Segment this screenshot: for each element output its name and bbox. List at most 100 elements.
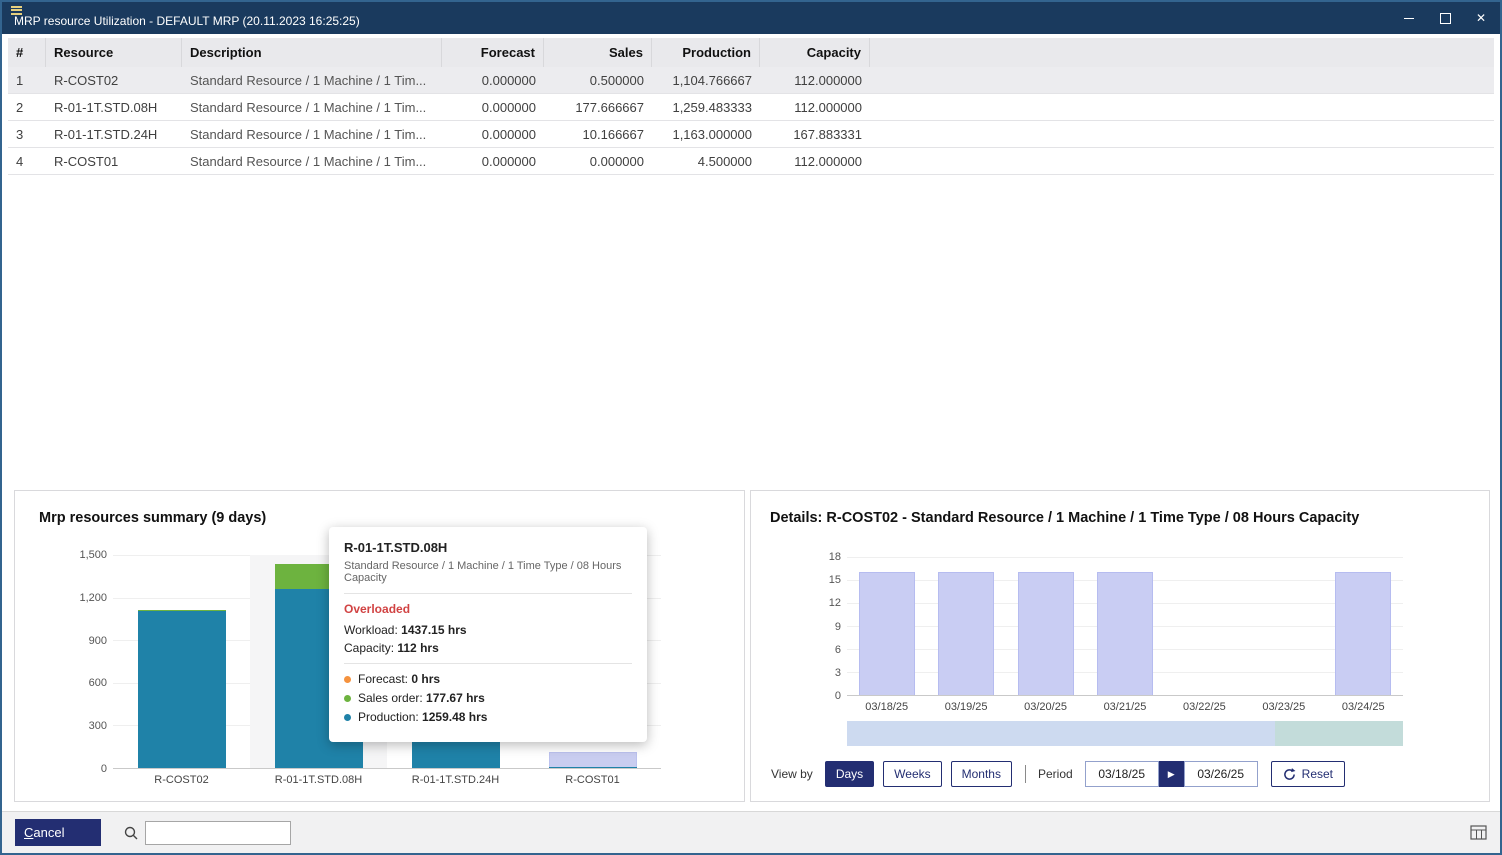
legend-dot — [344, 676, 351, 683]
search-input[interactable] — [145, 821, 291, 845]
table-cell: 0.000000 — [442, 148, 544, 174]
x-axis-label: R-COST01 — [524, 774, 661, 786]
view-months-button[interactable]: Months — [951, 761, 1012, 787]
bar-group[interactable] — [113, 555, 250, 768]
x-axis-label: R-COST02 — [113, 774, 250, 786]
bar-group[interactable] — [1165, 557, 1244, 695]
tooltip-capacity: Capacity: 112 hrs — [344, 641, 632, 655]
legend-dot — [344, 714, 351, 721]
legend-label: Forecast: — [358, 672, 411, 686]
capacity-label: Capacity: — [344, 641, 394, 655]
period-end-input[interactable]: 03/26/25 — [1184, 761, 1258, 787]
legend-dot — [344, 695, 351, 702]
summary-y-axis: 1,5001,2009006003000 — [55, 555, 107, 769]
table-cell: 0.000000 — [442, 67, 544, 93]
bar-group[interactable] — [1006, 557, 1085, 695]
period-start-input[interactable]: 03/18/25 — [1085, 761, 1159, 787]
table-cell: R-COST01 — [46, 148, 182, 174]
legend-item: Forecast: 0 hrs — [344, 672, 632, 686]
table-cell: 0.000000 — [442, 94, 544, 120]
cancel-label-initial: C — [24, 825, 33, 840]
reset-label: Reset — [1302, 767, 1333, 781]
table-cell: 1,259.483333 — [652, 94, 760, 120]
legend-item: Production: 1259.48 hrs — [344, 710, 632, 724]
chart-range-navigator[interactable] — [847, 721, 1403, 746]
table-cell: 3 — [8, 121, 46, 147]
advance-period-icon[interactable] — [1159, 761, 1184, 787]
details-chart[interactable] — [847, 557, 1403, 696]
table-cell: R-01-1T.STD.24H — [46, 121, 182, 147]
table-cell: Standard Resource / 1 Machine / 1 Tim... — [182, 94, 442, 120]
mrp-utilization-window: MRP resource Utilization - DEFAULT MRP (… — [0, 0, 1502, 855]
bar-group[interactable] — [1244, 557, 1323, 695]
column-header[interactable]: Resource — [46, 38, 182, 67]
table-cell: 10.166667 — [544, 121, 652, 147]
charts-section: Mrp resources summary (9 days) 1,5001,20… — [14, 490, 1490, 802]
bar-group[interactable] — [1085, 557, 1164, 695]
x-axis-label: 03/24/25 — [1324, 701, 1403, 713]
capacity-bar — [549, 752, 637, 768]
divider — [344, 663, 632, 664]
capacity-bar — [1335, 572, 1391, 695]
x-axis-label: 03/23/25 — [1244, 701, 1323, 713]
column-header[interactable]: Description — [182, 38, 442, 67]
column-header[interactable]: Sales — [544, 38, 652, 67]
window-controls — [1402, 11, 1488, 25]
capacity-bar — [1018, 572, 1074, 695]
table-row[interactable]: 3R-01-1T.STD.24HStandard Resource / 1 Ma… — [8, 121, 1494, 148]
y-tick-label: 3 — [835, 667, 841, 679]
column-header-filler — [870, 38, 1494, 67]
bar-group[interactable] — [926, 557, 1005, 695]
table-header: #ResourceDescriptionForecastSalesProduct… — [8, 38, 1494, 67]
details-y-axis: 1815129630 — [807, 557, 841, 696]
close-icon[interactable] — [1474, 11, 1488, 25]
table-cell: 1,104.766667 — [652, 67, 760, 93]
table-cell: 4 — [8, 148, 46, 174]
table-row[interactable]: 1R-COST02Standard Resource / 1 Machine /… — [8, 67, 1494, 94]
window-title: MRP resource Utilization - DEFAULT MRP (… — [14, 14, 360, 28]
table-cell: 167.883331 — [760, 121, 870, 147]
app-menu-icon[interactable] — [11, 4, 22, 16]
search-icon — [123, 825, 139, 841]
minimize-icon[interactable] — [1402, 11, 1416, 25]
workload-value: 1437.15 hrs — [401, 623, 466, 637]
column-chooser-icon[interactable] — [1470, 825, 1487, 840]
y-tick-label: 1,500 — [79, 549, 107, 561]
bar-group[interactable] — [847, 557, 926, 695]
column-header[interactable]: Forecast — [442, 38, 544, 67]
table-cell: Standard Resource / 1 Machine / 1 Tim... — [182, 121, 442, 147]
view-weeks-button[interactable]: Weeks — [883, 761, 941, 787]
cancel-button[interactable]: Cancel — [15, 819, 101, 846]
column-header[interactable]: Production — [652, 38, 760, 67]
legend-label: Sales order: — [358, 691, 426, 705]
x-axis-label: 03/18/25 — [847, 701, 926, 713]
maximize-icon[interactable] — [1438, 11, 1452, 25]
column-header[interactable]: Capacity — [760, 38, 870, 67]
details-title: Details: R-COST02 - Standard Resource / … — [770, 510, 1359, 526]
y-tick-label: 900 — [89, 635, 107, 647]
tooltip-legend: Forecast: 0 hrsSales order: 177.67 hrsPr… — [344, 672, 632, 724]
workload-label: Workload: — [344, 623, 398, 637]
details-controls: View by Days Weeks Months Period 03/18/2… — [771, 761, 1473, 787]
resource-table: #ResourceDescriptionForecastSalesProduct… — [8, 38, 1494, 175]
column-header[interactable]: # — [8, 38, 46, 67]
table-cell: Standard Resource / 1 Machine / 1 Tim... — [182, 67, 442, 93]
period-label: Period — [1038, 767, 1073, 781]
reset-button[interactable]: Reset — [1271, 761, 1345, 787]
capacity-bar — [1097, 572, 1153, 695]
table-row[interactable]: 2R-01-1T.STD.08HStandard Resource / 1 Ma… — [8, 94, 1494, 121]
table-cell: 0.500000 — [544, 67, 652, 93]
table-cell: 1,163.000000 — [652, 121, 760, 147]
bar-group[interactable] — [1324, 557, 1403, 695]
view-days-button[interactable]: Days — [825, 761, 874, 787]
table-cell: 0.000000 — [442, 121, 544, 147]
table-row[interactable]: 4R-COST01Standard Resource / 1 Machine /… — [8, 148, 1494, 175]
chart-tooltip: R-01-1T.STD.08H Standard Resource / 1 Ma… — [329, 527, 647, 742]
navigator-selected-range[interactable] — [847, 721, 1275, 746]
table-cell: 4.500000 — [652, 148, 760, 174]
x-axis-label: 03/21/25 — [1085, 701, 1164, 713]
navigator-remaining-range[interactable] — [1275, 721, 1403, 746]
table-body: 1R-COST02Standard Resource / 1 Machine /… — [8, 67, 1494, 175]
table-cell-filler — [870, 148, 1494, 174]
x-axis-label: R-01-1T.STD.08H — [250, 774, 387, 786]
